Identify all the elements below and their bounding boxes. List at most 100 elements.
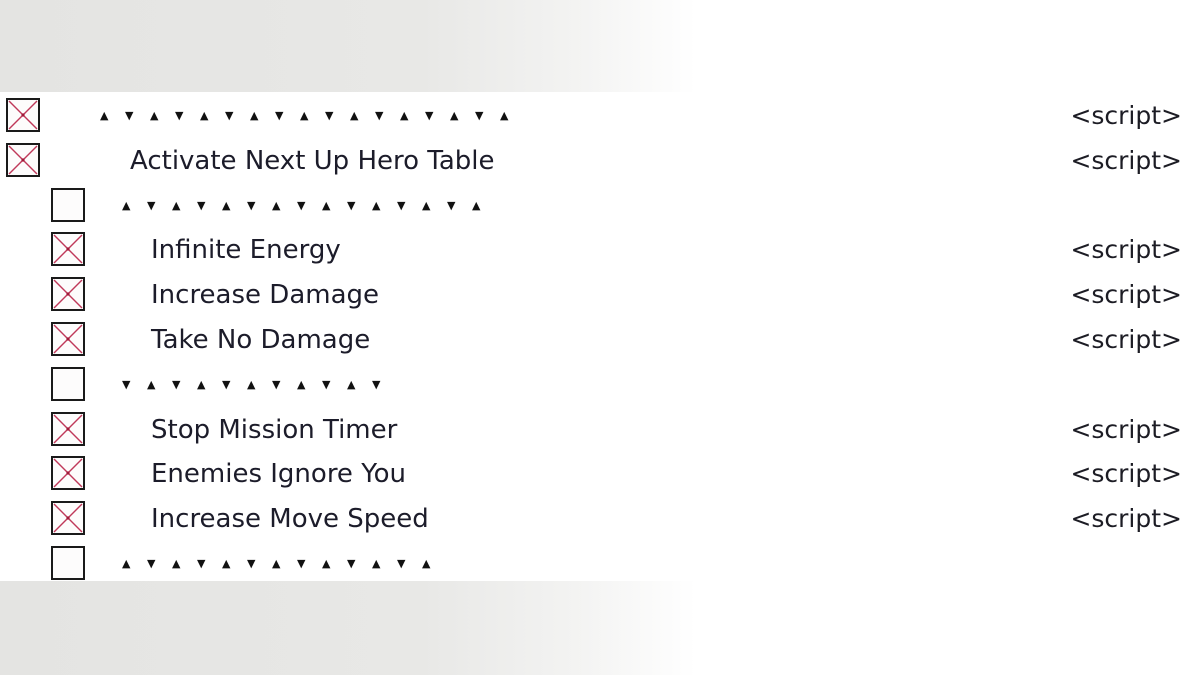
- entry-value-script: <script>: [1070, 145, 1182, 175]
- triangle-up-icon: ▲: [100, 109, 109, 122]
- triangle-up-icon: ▲: [400, 109, 409, 122]
- triangle-up-icon: ▲: [150, 109, 159, 122]
- cross-mark-icon: [53, 458, 83, 488]
- entry-value-script: <script>: [1070, 280, 1182, 310]
- checkbox-checked[interactable]: [51, 277, 85, 312]
- triangle-down-icon: ▼: [225, 109, 234, 122]
- triangle-down-icon: ▼: [372, 377, 381, 391]
- triangle-down-icon: ▼: [447, 198, 456, 212]
- separator-pattern: ▲ ▼ ▲ ▼ ▲ ▼ ▲ ▼ ▲ ▼ ▲ ▼ ▲ ▼ ▲: [122, 198, 497, 214]
- table-row[interactable]: Increase Move Speed <script>: [0, 497, 1200, 541]
- triangle-down-icon: ▼: [322, 377, 331, 391]
- cheat-table: ▲ ▼ ▲ ▼ ▲ ▼ ▲ ▼ ▲ ▼ ▲ ▼ ▲ ▼ ▲ ▼ ▲ <script> Activate Next U…: [0, 92, 1200, 581]
- background-shade-bottom: [0, 581, 1200, 675]
- triangle-up-icon: ▲: [222, 198, 231, 212]
- cross-mark-icon: [53, 279, 83, 309]
- checkbox-checked[interactable]: [51, 501, 85, 536]
- checkbox-checked[interactable]: [51, 411, 85, 446]
- triangle-down-icon: ▼: [147, 198, 156, 212]
- triangle-down-icon: ▼: [397, 198, 406, 212]
- table-row[interactable]: Increase Damage <script>: [0, 273, 1200, 317]
- triangle-up-icon: ▲: [200, 109, 209, 122]
- table-row[interactable]: Take No Damage <script>: [0, 318, 1200, 362]
- triangle-up-icon: ▲: [247, 377, 256, 391]
- entry-value-script: <script>: [1070, 504, 1182, 534]
- entry-description: Increase Move Speed: [151, 504, 429, 535]
- triangle-down-icon: ▼: [172, 377, 181, 391]
- triangle-up-icon: ▲: [297, 377, 306, 391]
- triangle-up-icon: ▲: [347, 377, 356, 391]
- entry-value-script: <script>: [1070, 414, 1182, 444]
- separator-pattern: ▲ ▼ ▲ ▼ ▲ ▼ ▲ ▼ ▲ ▼ ▲ ▼ ▲: [122, 556, 447, 572]
- triangle-down-icon: ▼: [122, 377, 131, 391]
- triangle-up-icon: ▲: [500, 109, 509, 122]
- entry-description: Stop Mission Timer: [151, 414, 398, 445]
- cross-mark-icon: [53, 414, 83, 444]
- separator-pattern: ▲ ▼ ▲ ▼ ▲ ▼ ▲ ▼ ▲ ▼ ▲ ▼ ▲ ▼ ▲ ▼ ▲: [100, 108, 525, 124]
- triangle-down-icon: ▼: [275, 109, 284, 122]
- table-row[interactable]: Stop Mission Timer <script>: [0, 408, 1200, 452]
- triangle-down-icon: ▼: [375, 109, 384, 122]
- triangle-up-icon: ▲: [272, 557, 281, 570]
- triangle-up-icon: ▲: [272, 198, 281, 212]
- table-row-separator[interactable]: ▼ ▲ ▼ ▲ ▼ ▲ ▼ ▲ ▼ ▲ ▼: [0, 363, 1200, 407]
- triangle-up-icon: ▲: [322, 198, 331, 212]
- triangle-up-icon: ▲: [172, 198, 181, 212]
- triangle-up-icon: ▲: [222, 557, 231, 570]
- checkbox-checked[interactable]: [51, 232, 85, 267]
- cross-mark-icon: [8, 100, 38, 130]
- triangle-down-icon: ▼: [347, 557, 356, 570]
- checkbox-unchecked[interactable]: [51, 187, 85, 222]
- triangle-up-icon: ▲: [250, 109, 259, 122]
- triangle-down-icon: ▼: [147, 557, 156, 570]
- triangle-down-icon: ▼: [247, 198, 256, 212]
- triangle-up-icon: ▲: [372, 557, 381, 570]
- cross-mark-icon: [53, 234, 83, 264]
- checkbox-checked[interactable]: [6, 142, 40, 177]
- entry-description: Enemies Ignore You: [151, 459, 407, 490]
- triangle-down-icon: ▼: [297, 557, 306, 570]
- background-shade-top: [0, 0, 1200, 92]
- cross-mark-icon: [53, 503, 83, 533]
- triangle-up-icon: ▲: [322, 557, 331, 570]
- checkbox-checked[interactable]: [51, 322, 85, 356]
- entry-description: Take No Damage: [151, 325, 371, 355]
- cross-mark-icon: [8, 145, 38, 175]
- triangle-down-icon: ▼: [197, 557, 206, 570]
- table-row[interactable]: Enemies Ignore You <script>: [0, 452, 1200, 496]
- triangle-up-icon: ▲: [300, 109, 309, 122]
- entry-value-script: <script>: [1070, 459, 1182, 489]
- table-row[interactable]: Infinite Energy <script>: [0, 228, 1200, 272]
- separator-pattern: ▼ ▲ ▼ ▲ ▼ ▲ ▼ ▲ ▼ ▲ ▼: [122, 377, 397, 393]
- triangle-down-icon: ▼: [347, 198, 356, 212]
- table-row-separator[interactable]: ▲ ▼ ▲ ▼ ▲ ▼ ▲ ▼ ▲ ▼ ▲ ▼ ▲: [0, 542, 1200, 586]
- triangle-down-icon: ▼: [475, 109, 484, 122]
- checkbox-unchecked[interactable]: [51, 546, 85, 580]
- triangle-down-icon: ▼: [425, 109, 434, 122]
- triangle-up-icon: ▲: [197, 377, 206, 391]
- triangle-up-icon: ▲: [122, 557, 131, 570]
- triangle-down-icon: ▼: [222, 377, 231, 391]
- entry-description: Infinite Energy: [151, 235, 341, 266]
- checkbox-checked[interactable]: [6, 98, 40, 132]
- triangle-down-icon: ▼: [397, 557, 406, 570]
- triangle-down-icon: ▼: [175, 109, 184, 122]
- triangle-down-icon: ▼: [325, 109, 334, 122]
- triangle-up-icon: ▲: [350, 109, 359, 122]
- triangle-down-icon: ▼: [272, 377, 281, 391]
- entry-description: Increase Damage: [151, 280, 380, 311]
- triangle-up-icon: ▲: [422, 557, 431, 570]
- table-row[interactable]: Activate Next Up Hero Table <script>: [0, 139, 1200, 183]
- table-row-separator[interactable]: ▲ ▼ ▲ ▼ ▲ ▼ ▲ ▼ ▲ ▼ ▲ ▼ ▲ ▼ ▲: [0, 184, 1200, 228]
- triangle-up-icon: ▲: [472, 198, 481, 212]
- table-row-separator[interactable]: ▲ ▼ ▲ ▼ ▲ ▼ ▲ ▼ ▲ ▼ ▲ ▼ ▲ ▼ ▲ ▼ ▲ <script>: [0, 94, 1200, 138]
- triangle-up-icon: ▲: [450, 109, 459, 122]
- triangle-up-icon: ▲: [372, 198, 381, 212]
- checkbox-unchecked[interactable]: [51, 366, 85, 401]
- triangle-down-icon: ▼: [247, 557, 256, 570]
- entry-value-script: <script>: [1070, 325, 1182, 354]
- triangle-down-icon: ▼: [297, 198, 306, 212]
- entry-description: Activate Next Up Hero Table: [130, 145, 495, 176]
- checkbox-checked[interactable]: [51, 456, 85, 491]
- triangle-up-icon: ▲: [172, 557, 181, 570]
